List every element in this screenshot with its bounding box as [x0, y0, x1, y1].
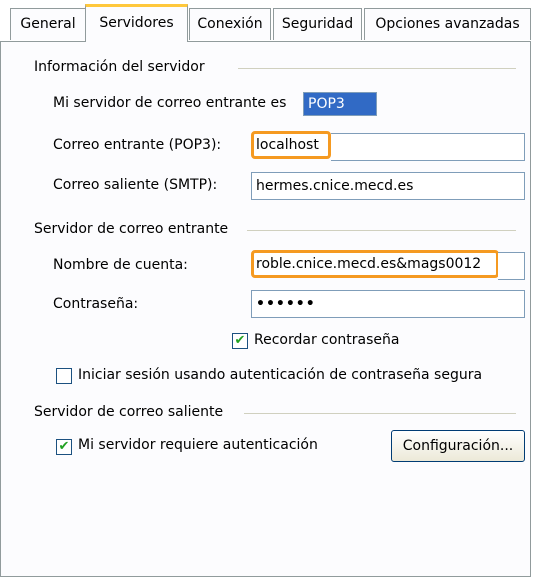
smtp-auth-checkbox[interactable]: ✔ [56, 439, 72, 455]
account-name-field[interactable]: roble.cnice.mecd.es&mags0012 [251, 250, 499, 278]
tab-general[interactable]: General [10, 8, 86, 40]
secure-auth-checkbox[interactable] [56, 368, 72, 384]
smtp-auth-label[interactable]: Mi servidor requiere autenticación [78, 437, 318, 453]
password-label: Contraseña: [53, 296, 139, 312]
incoming-server-title: Servidor de correo entrante [34, 221, 229, 237]
incoming-server-field-extension[interactable] [331, 133, 525, 161]
server-info-title: Información del servidor [34, 59, 205, 75]
tab-strip: General Servidores Conexión Seguridad Op… [0, 0, 533, 42]
incoming-type-value[interactable]: POP3 [303, 92, 377, 116]
tab-seguridad[interactable]: Seguridad [273, 8, 362, 40]
incoming-server-divider [247, 230, 516, 231]
outgoing-server-field[interactable]: hermes.cnice.mecd.es [251, 172, 525, 200]
incoming-server-field[interactable]: localhost [251, 131, 331, 159]
configuration-button[interactable]: Configuración... [391, 430, 525, 462]
incoming-server-label: Correo entrante (POP3): [53, 137, 222, 153]
tab-conexion[interactable]: Conexión [189, 8, 271, 40]
tab-servidores[interactable]: Servidores [85, 4, 188, 42]
outgoing-server-title: Servidor de correo saliente [34, 404, 224, 420]
outgoing-server-divider [244, 413, 516, 414]
secure-auth-label[interactable]: Iniciar sesión usando autenticación de c… [78, 367, 482, 383]
outgoing-server-label: Correo saliente (SMTP): [53, 177, 218, 193]
password-field[interactable]: •••••• [251, 290, 525, 318]
server-info-divider [238, 68, 516, 69]
servers-panel: Información del servidor Mi servidor de … [0, 41, 531, 577]
incoming-type-label: Mi servidor de correo entrante es [53, 95, 287, 111]
tab-opciones-avanzadas[interactable]: Opciones avanzadas [364, 8, 531, 40]
remember-password-label[interactable]: Recordar contraseña [254, 332, 399, 348]
remember-password-checkbox[interactable]: ✔ [232, 333, 248, 349]
account-name-field-extension[interactable] [498, 252, 525, 280]
account-label: Nombre de cuenta: [53, 257, 188, 273]
